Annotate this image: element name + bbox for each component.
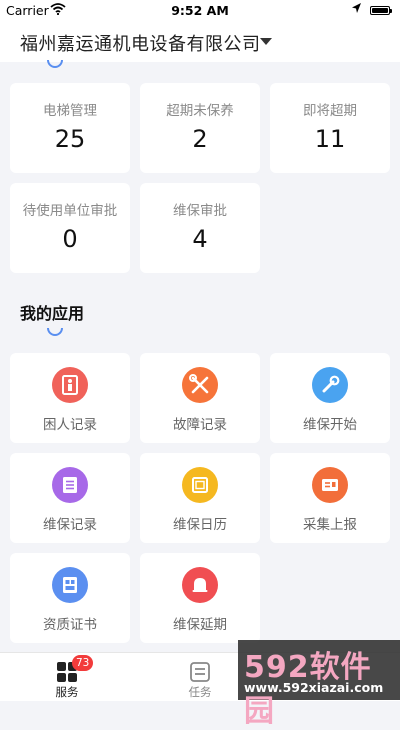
- watermark: 592软件园 www.592xiazai.com: [238, 640, 400, 729]
- stat-label: 即将超期: [303, 103, 357, 119]
- app-label: 维保延期: [173, 617, 227, 633]
- section-title-my-apps: 我的应用: [20, 304, 85, 323]
- caret-down-icon[interactable]: [260, 38, 272, 45]
- pull-refresh-indicator: [47, 60, 63, 68]
- report-icon: [312, 467, 348, 503]
- app-label: 故障记录: [173, 417, 227, 433]
- company-selector-label[interactable]: 福州嘉运通机电设备有限公司: [20, 30, 261, 56]
- app-label: 资质证书: [43, 617, 97, 633]
- app-label: 维保日历: [173, 517, 227, 533]
- stat-value: 4: [192, 225, 208, 253]
- tab-label: 任务: [188, 685, 212, 699]
- stat-label: 电梯管理: [43, 103, 97, 119]
- stat-card-elevators[interactable]: 电梯管理 25: [10, 83, 130, 173]
- status-time: 9:52 AM: [171, 3, 229, 18]
- app-qualification-certificates[interactable]: 资质证书: [10, 553, 130, 643]
- tab-services[interactable]: 73 服务: [27, 653, 107, 701]
- stat-card-maintenance-approval[interactable]: 维保审批 4: [140, 183, 260, 273]
- stat-card-unit-approval[interactable]: 待使用单位审批 0: [10, 183, 130, 273]
- stat-label: 维保审批: [173, 203, 227, 219]
- app-label: 困人记录: [43, 417, 97, 433]
- stat-label: 超期未保养: [166, 103, 234, 119]
- app-collect-report[interactable]: 采集上报: [270, 453, 390, 543]
- app-maintenance-start[interactable]: 维保开始: [270, 353, 390, 443]
- watermark-url: www.592xiazai.com: [244, 680, 384, 695]
- stat-value: 11: [314, 125, 346, 153]
- app-maintenance-records[interactable]: 维保记录: [10, 453, 130, 543]
- app-label: 采集上报: [303, 517, 357, 533]
- app-label: 维保开始: [303, 417, 357, 433]
- location-arrow-icon: [351, 2, 362, 17]
- stat-value: 2: [192, 125, 208, 153]
- section-indicator: [47, 328, 63, 336]
- wrench-icon: [312, 367, 348, 403]
- tab-label: 服务: [55, 685, 79, 699]
- notification-badge: 73: [72, 655, 94, 671]
- stat-value: 0: [62, 225, 78, 253]
- app-header: 福州嘉运通机电设备有限公司: [0, 22, 400, 62]
- battery-icon: [370, 6, 392, 15]
- tab-tasks[interactable]: 任务: [160, 653, 240, 701]
- app-fault-records[interactable]: 故障记录: [140, 353, 260, 443]
- stat-card-overdue[interactable]: 超期未保养 2: [140, 83, 260, 173]
- app-maintenance-extension[interactable]: 维保延期: [140, 553, 260, 643]
- calendar-icon: [182, 467, 218, 503]
- status-bar: Carrier 9:52 AM: [0, 0, 400, 22]
- stat-value: 25: [54, 125, 86, 153]
- app-maintenance-calendar[interactable]: 维保日历: [140, 453, 260, 543]
- record-list-icon: [52, 467, 88, 503]
- bell-icon: [182, 567, 218, 603]
- app-label: 维保记录: [43, 517, 97, 533]
- stat-label: 待使用单位审批: [22, 203, 118, 219]
- tools-icon: [182, 367, 218, 403]
- certificate-icon: [52, 567, 88, 603]
- trapped-person-icon: [52, 367, 88, 403]
- stat-card-soon-overdue[interactable]: 即将超期 11: [270, 83, 390, 173]
- app-trapped-person-records[interactable]: 困人记录: [10, 353, 130, 443]
